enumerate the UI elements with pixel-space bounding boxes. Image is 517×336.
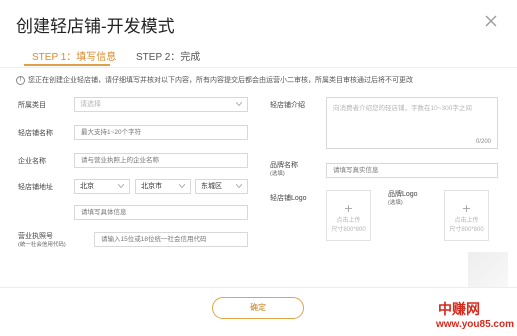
shop-logo-size-hint: 尺寸800*800: [331, 227, 366, 233]
brand-logo-sublabel: (选填): [388, 200, 403, 206]
step-2-tab: STEP 2：完成: [136, 52, 201, 63]
brand-logo-upload[interactable]: + 点击上传 尺寸800*800: [444, 190, 489, 241]
category-select[interactable]: 请选择: [74, 97, 248, 112]
brand-name-label: 品牌名称 (选填): [270, 161, 298, 179]
info-icon: !: [16, 75, 25, 85]
notice-text: 您正在创建企业轻店铺，请仔细填写并核对以下内容，所有内容提交后都会由运营小二审核…: [28, 77, 413, 84]
brand-logo-label: 品牌Logo (选填): [388, 190, 418, 208]
category-label: 所属类目: [18, 102, 46, 109]
step-1-tab: STEP 1：填写信息: [32, 52, 117, 63]
license-label-text: 营业执照号: [18, 233, 53, 240]
address-label: 轻店铺地址: [18, 184, 53, 191]
chevron-down-icon: [179, 184, 185, 188]
watermark-title: 中赚网: [438, 301, 480, 317]
footer-divider: [0, 287, 517, 288]
shop-logo-upload[interactable]: + 点击上传 尺寸800*800: [326, 190, 371, 241]
license-input[interactable]: [94, 232, 248, 247]
plus-icon: +: [462, 200, 471, 216]
address-detail-input[interactable]: [74, 205, 248, 220]
company-name-label: 企业名称: [18, 158, 46, 165]
brand-logo-label-text: 品牌Logo: [388, 191, 418, 198]
district-select[interactable]: 东城区: [195, 179, 248, 194]
intro-placeholder: 向消费者介绍您的轻店铺，字数在10~300字之间: [333, 105, 472, 112]
intro-label: 轻店铺介绍: [270, 102, 305, 109]
intro-textarea[interactable]: 向消费者介绍您的轻店铺，字数在10~300字之间 0/200: [326, 97, 498, 149]
province-select[interactable]: 北京: [74, 179, 130, 194]
confirm-button[interactable]: 确定: [212, 297, 304, 319]
district-value: 东城区: [201, 183, 222, 190]
brand-logo-upload-text: 点击上传: [454, 218, 479, 224]
shop-name-label: 轻店铺名称: [18, 130, 53, 137]
plus-icon: +: [344, 200, 353, 216]
chevron-down-icon: [236, 184, 242, 188]
license-label: 营业执照号 (统一社会信用代码): [18, 232, 66, 250]
chevron-down-icon: [118, 184, 124, 188]
close-icon[interactable]: [484, 14, 500, 30]
active-step-indicator: [24, 64, 110, 66]
company-name-input[interactable]: [74, 153, 248, 168]
dialog-title: 创建轻店铺-开发模式: [16, 17, 175, 36]
license-sublabel: (统一社会信用代码): [18, 242, 66, 248]
header-divider: [0, 67, 517, 68]
shop-logo-upload-text: 点击上传: [336, 218, 361, 224]
chevron-down-icon: [236, 102, 242, 106]
brand-name-sublabel: (选填): [270, 171, 285, 177]
city-value: 北京市: [141, 183, 162, 190]
province-value: 北京: [80, 183, 94, 190]
category-select-value: 请选择: [80, 101, 101, 108]
brand-name-label-text: 品牌名称: [270, 162, 298, 169]
blurred-area: [468, 252, 508, 288]
shop-logo-label: 轻店铺Logo: [270, 195, 307, 202]
shop-name-input[interactable]: [74, 125, 248, 140]
city-select[interactable]: 北京市: [135, 179, 191, 194]
watermark-url: www.you85.com: [436, 319, 514, 330]
brand-name-input[interactable]: [326, 163, 498, 178]
brand-logo-size-hint: 尺寸800*800: [449, 227, 484, 233]
notice-bar: ! 您正在创建企业轻店铺，请仔细填写并核对以下内容，所有内容提交后都会由运营小二审…: [16, 75, 413, 85]
intro-char-counter: 0/200: [475, 139, 491, 145]
